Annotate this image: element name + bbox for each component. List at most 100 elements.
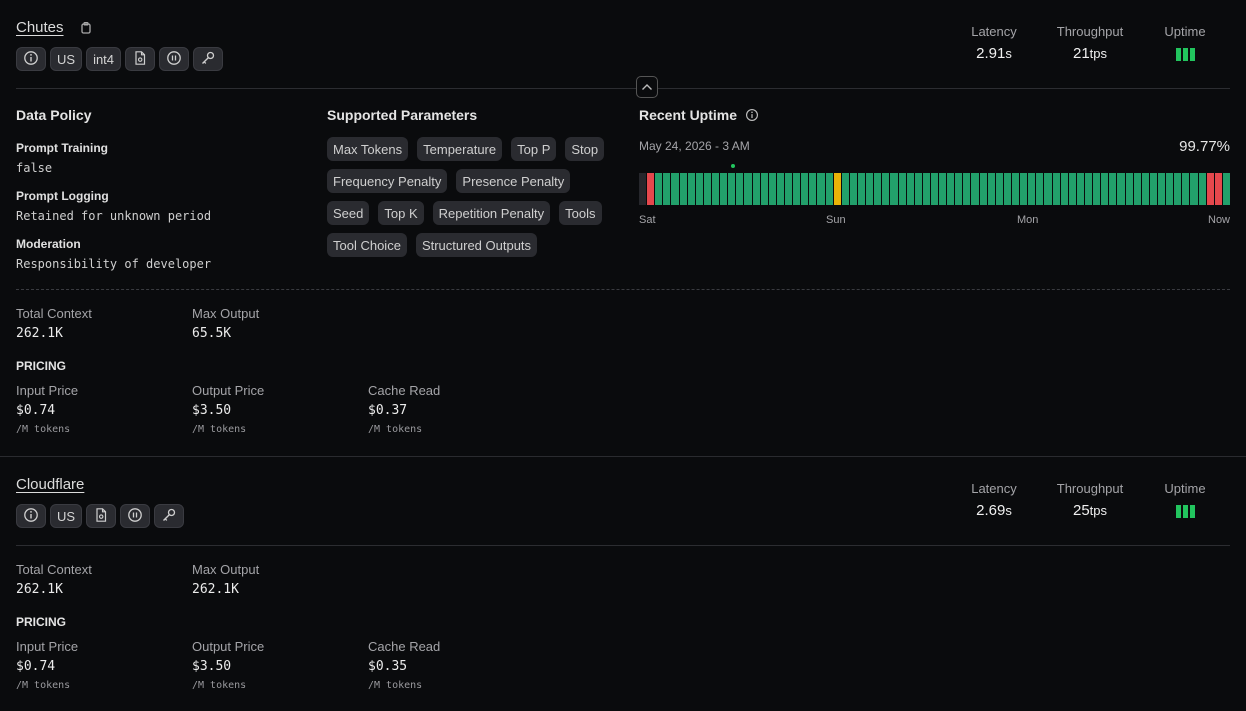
uptime-segment[interactable] (776, 173, 784, 205)
uptime-segment[interactable] (1125, 173, 1133, 205)
uptime-segment[interactable] (971, 173, 979, 205)
uptime-segment[interactable] (914, 173, 922, 205)
uptime-segment[interactable] (979, 173, 987, 205)
key-chip[interactable] (154, 504, 185, 528)
moderation-value: Responsibility of developer (16, 257, 212, 271)
uptime-segment[interactable] (695, 173, 703, 205)
uptime-segment[interactable] (1060, 173, 1068, 205)
document-chip[interactable] (125, 47, 156, 71)
uptime-segment[interactable] (833, 173, 841, 205)
input-price-value: $0.74 (16, 659, 56, 674)
uptime-segment[interactable] (720, 173, 728, 205)
uptime-history-bar[interactable] (639, 173, 1230, 205)
max-output-value: 262.1K (192, 582, 239, 597)
uptime-segment[interactable] (1085, 173, 1093, 205)
pause-chip[interactable] (120, 504, 151, 528)
uptime-bars-icon (1140, 48, 1230, 61)
uptime-segment[interactable] (1012, 173, 1020, 205)
uptime-segment[interactable] (930, 173, 939, 205)
uptime-segment[interactable] (687, 173, 695, 205)
provider-chips: US int4 (16, 47, 224, 71)
uptime-segment[interactable] (809, 173, 817, 205)
uptime-segment[interactable] (857, 173, 866, 205)
uptime-segment[interactable] (639, 173, 647, 205)
uptime-segment[interactable] (955, 173, 963, 205)
uptime-segment[interactable] (1068, 173, 1076, 205)
uptime-segment[interactable] (728, 173, 736, 205)
uptime-segment[interactable] (655, 173, 663, 205)
uptime-segment[interactable] (922, 173, 930, 205)
uptime-segment[interactable] (1117, 173, 1125, 205)
uptime-segment[interactable] (671, 173, 679, 205)
uptime-segment[interactable] (1020, 173, 1028, 205)
uptime-segment[interactable] (784, 173, 793, 205)
uptime-segment[interactable] (841, 173, 849, 205)
uptime-segment[interactable] (817, 173, 825, 205)
uptime-segment[interactable] (1052, 173, 1060, 205)
quantization-chip[interactable]: int4 (86, 47, 122, 71)
max-output-label: Max Output (192, 562, 260, 577)
key-chip[interactable] (193, 47, 224, 71)
collapse-toggle-button[interactable] (636, 76, 658, 98)
uptime-segment[interactable] (882, 173, 890, 205)
uptime-segment[interactable] (760, 173, 768, 205)
uptime-segment[interactable] (711, 173, 720, 205)
uptime-segment[interactable] (866, 173, 874, 205)
uptime-segment[interactable] (890, 173, 898, 205)
max-output-label: Max Output (192, 306, 260, 321)
info-chip[interactable] (16, 504, 46, 528)
uptime-segment[interactable] (1141, 173, 1149, 205)
uptime-segment[interactable] (647, 173, 655, 205)
uptime-segment[interactable] (947, 173, 955, 205)
info-icon[interactable] (745, 108, 759, 127)
uptime-segment[interactable] (898, 173, 906, 205)
uptime-segment[interactable] (1036, 173, 1044, 205)
uptime-segment[interactable] (1133, 173, 1141, 205)
uptime-segment[interactable] (1182, 173, 1190, 205)
uptime-segment[interactable] (663, 173, 671, 205)
uptime-segment[interactable] (1076, 173, 1085, 205)
region-chip[interactable]: US (50, 47, 83, 71)
uptime-segment[interactable] (1198, 173, 1206, 205)
uptime-segment[interactable] (703, 173, 711, 205)
uptime-segment[interactable] (768, 173, 776, 205)
uptime-segment[interactable] (939, 173, 947, 205)
output-price-value: $3.50 (192, 403, 232, 418)
uptime-segment[interactable] (825, 173, 833, 205)
uptime-segment[interactable] (1101, 173, 1109, 205)
uptime-segment[interactable] (752, 173, 760, 205)
document-chip[interactable] (86, 504, 117, 528)
uptime-segment[interactable] (801, 173, 809, 205)
uptime-segment[interactable] (1093, 173, 1101, 205)
uptime-segment[interactable] (793, 173, 801, 205)
copy-icon[interactable] (80, 21, 92, 35)
uptime-segment[interactable] (736, 173, 744, 205)
uptime-segment[interactable] (987, 173, 995, 205)
uptime-segment[interactable] (906, 173, 914, 205)
uptime-segment[interactable] (1109, 173, 1117, 205)
supported-parameters-title: Supported Parameters (327, 107, 478, 123)
uptime-segment[interactable] (1222, 173, 1230, 205)
uptime-segment[interactable] (1174, 173, 1182, 205)
uptime-segment[interactable] (1166, 173, 1174, 205)
uptime-segment[interactable] (1190, 173, 1198, 205)
uptime-segment[interactable] (874, 173, 882, 205)
uptime-segment[interactable] (995, 173, 1003, 205)
uptime-segment[interactable] (1149, 173, 1157, 205)
uptime-segment[interactable] (1206, 173, 1214, 205)
uptime-segment[interactable] (744, 173, 752, 205)
uptime-segment[interactable] (1214, 173, 1222, 205)
provider-name-link[interactable]: Chutes (16, 19, 64, 36)
uptime-segment[interactable] (1028, 173, 1036, 205)
pause-chip[interactable] (159, 47, 190, 71)
prompt-training-label: Prompt Training (16, 141, 109, 155)
uptime-segment[interactable] (963, 173, 971, 205)
provider-name-link[interactable]: Cloudflare (16, 476, 84, 493)
uptime-segment[interactable] (849, 173, 857, 205)
uptime-segment[interactable] (1044, 173, 1052, 205)
uptime-segment[interactable] (1158, 173, 1166, 205)
info-chip[interactable] (16, 47, 46, 71)
uptime-segment[interactable] (679, 173, 687, 205)
region-chip[interactable]: US (50, 504, 83, 528)
uptime-segment[interactable] (1003, 173, 1012, 205)
